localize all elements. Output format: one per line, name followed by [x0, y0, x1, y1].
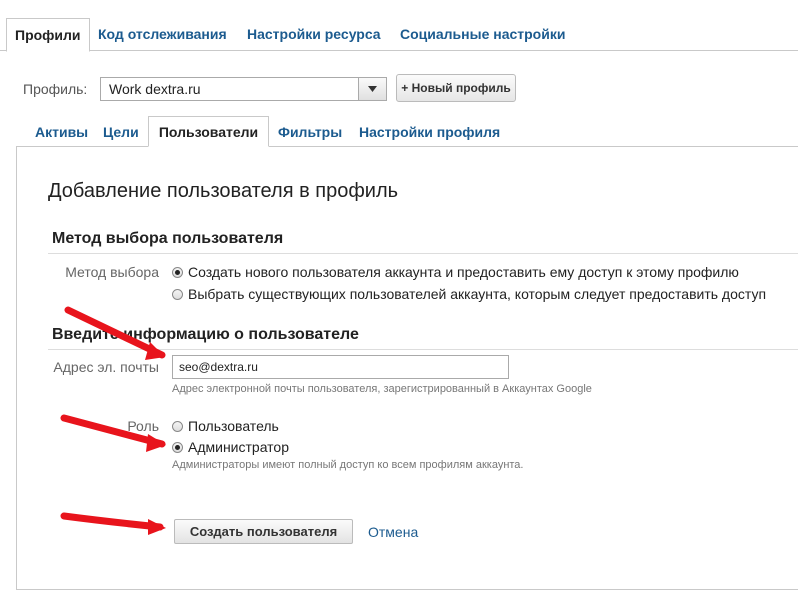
radio-button-checked[interactable] — [172, 442, 183, 453]
triangle-down-icon — [368, 86, 377, 92]
profile-dropdown-value: Work dextra.ru — [109, 81, 201, 97]
radio-button[interactable] — [172, 421, 183, 432]
top-tab-bar: Профили Код отслеживания Настройки ресур… — [0, 0, 798, 52]
cancel-link[interactable]: Отмена — [368, 524, 418, 540]
tab-profile-settings[interactable]: Настройки профиля — [359, 117, 500, 147]
radio-button[interactable] — [172, 289, 183, 300]
method-label: Метод выбора — [65, 264, 159, 280]
radio-button-checked[interactable] — [172, 267, 183, 278]
tab-filters[interactable]: Фильтры — [278, 117, 342, 147]
tab-goals[interactable]: Цели — [103, 117, 139, 147]
profile-dropdown[interactable]: Work dextra.ru — [100, 77, 387, 101]
role-option-admin-label: Администратор — [188, 439, 290, 455]
role-hint: Администраторы имеют полный доступ ко вс… — [172, 459, 524, 471]
email-hint: Адрес электронной почты пользователя, за… — [172, 383, 592, 395]
new-profile-button[interactable]: + Новый профиль — [396, 74, 516, 102]
section-divider — [48, 349, 798, 350]
tab-social-settings[interactable]: Социальные настройки — [400, 20, 565, 50]
tab-profiles[interactable]: Профили — [6, 18, 90, 52]
page-title: Добавление пользователя в профиль — [48, 180, 399, 202]
method-option-new[interactable]: Создать нового пользователя аккаунта и п… — [172, 264, 739, 280]
method-section-heading: Метод выбора пользователя — [52, 230, 284, 247]
method-option-new-label: Создать нового пользователя аккаунта и п… — [188, 264, 739, 280]
tab-assets[interactable]: Активы — [35, 117, 88, 147]
role-label: Роль — [127, 418, 159, 434]
method-option-existing[interactable]: Выбрать существующих пользователей аккау… — [172, 286, 766, 302]
tab-users[interactable]: Пользователи — [148, 116, 269, 147]
role-option-admin[interactable]: Администратор — [172, 439, 289, 455]
section-divider — [48, 253, 798, 254]
role-option-user[interactable]: Пользователь — [172, 418, 279, 434]
dropdown-arrow-button[interactable] — [358, 78, 386, 100]
create-user-button[interactable]: Создать пользователя — [174, 519, 353, 544]
tab-property-settings[interactable]: Настройки ресурса — [247, 20, 381, 50]
email-label: Адрес эл. почты — [53, 359, 159, 375]
tab-tracking-code[interactable]: Код отслеживания — [98, 20, 227, 50]
profile-label: Профиль: — [23, 81, 88, 97]
role-option-user-label: Пользователь — [188, 418, 279, 434]
method-option-existing-label: Выбрать существующих пользователей аккау… — [188, 286, 767, 302]
email-field[interactable] — [172, 355, 509, 379]
info-section-heading: Введите информацию о пользователе — [52, 326, 359, 343]
